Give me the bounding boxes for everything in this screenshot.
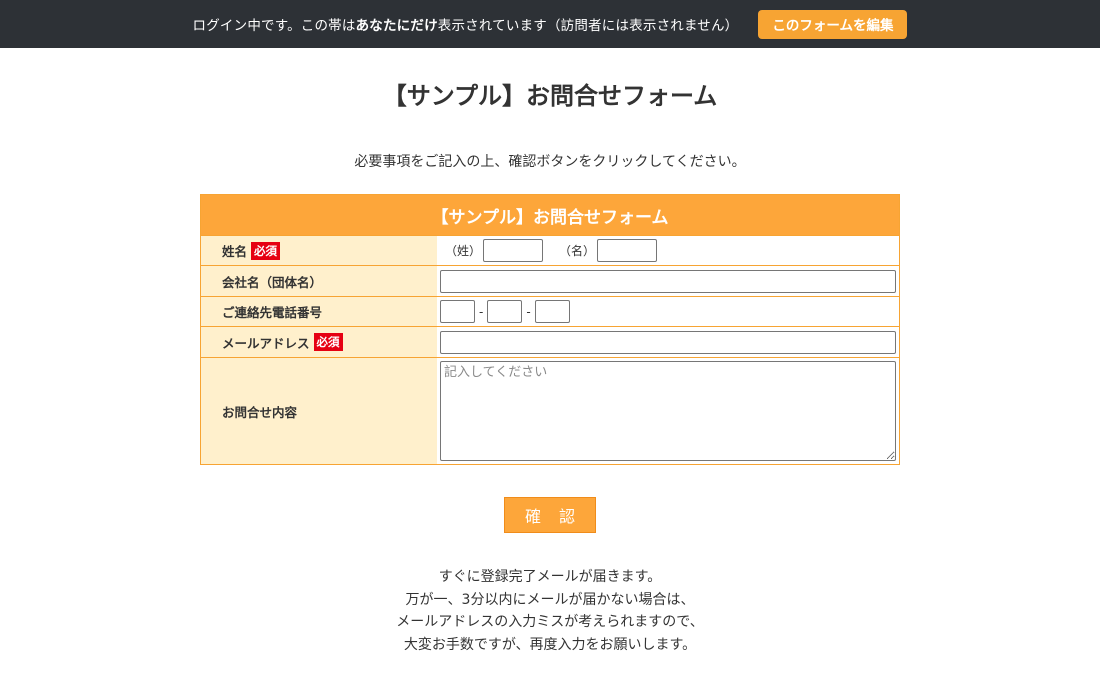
- company-input[interactable]: [440, 269, 896, 293]
- company-label: 会社名（団体名）: [222, 274, 323, 290]
- first-name-label: （名）: [559, 244, 596, 258]
- edit-form-button[interactable]: このフォームを編集: [758, 9, 908, 39]
- company-row-label: 会社名（団体名）: [201, 266, 437, 296]
- footer-line: 万が一、3分以内にメールが届かない場合は、: [405, 591, 695, 608]
- phone-separator: -: [526, 304, 531, 319]
- phone-input-2[interactable]: [487, 300, 523, 323]
- email-field: [437, 327, 899, 357]
- message-row-label: お問合せ内容: [201, 358, 437, 464]
- footer-message: すぐに登録完了メールが届きます。 万が一、3分以内にメールが届かない場合は、 メ…: [0, 566, 1100, 656]
- name-field: （姓） （名）: [437, 236, 899, 265]
- message-field: [437, 358, 899, 464]
- page-title: 【サンプル】お問合せフォーム: [382, 82, 718, 110]
- admin-notice-prefix: ログイン中です。この帯は: [192, 18, 356, 34]
- message-textarea[interactable]: [440, 361, 896, 461]
- form-row-phone: ご連絡先電話番号 - -: [201, 296, 899, 326]
- form-row-message: お問合せ内容: [201, 357, 899, 464]
- footer-line: すぐに登録完了メールが届きます。: [438, 569, 662, 585]
- phone-input-1[interactable]: [440, 300, 475, 323]
- form-row-email: メールアドレス 必須: [201, 326, 899, 357]
- name-label: 姓名: [222, 244, 248, 259]
- form-header: 【サンプル】お問合せフォーム: [201, 195, 899, 235]
- phone-separator: -: [479, 304, 484, 319]
- email-input[interactable]: [440, 330, 896, 354]
- name-row-label: 姓名 必須: [201, 236, 437, 265]
- phone-field: - -: [437, 297, 899, 326]
- footer-line: メールアドレスの入力ミスが考えられますので、: [396, 614, 704, 630]
- admin-notice-suffix: 表示されています（訪問者には表示されません）: [437, 18, 739, 34]
- admin-notice-bold: あなたにだけ: [355, 18, 438, 34]
- phone-label: ご連絡先電話番号: [222, 305, 323, 320]
- phone-row-label: ご連絡先電話番号: [201, 297, 437, 326]
- admin-notice: ログイン中です。この帯はあなたにだけ表示されています（訪問者には表示されません）: [193, 14, 739, 34]
- phone-input-3[interactable]: [534, 300, 570, 323]
- email-label: メールアドレス: [222, 335, 310, 351]
- form-row-company: 会社名（団体名）: [201, 265, 899, 296]
- form-row-name: 姓名 必須 （姓） （名）: [201, 235, 899, 265]
- contact-form: 【サンプル】お問合せフォーム 姓名 必須 （姓） （名） 会社名（団体名） ご連…: [200, 194, 900, 465]
- required-badge: 必須: [313, 333, 343, 351]
- required-badge: 必須: [251, 241, 281, 260]
- intro-text: 必要事項をご記入の上、確認ボタンをクリックしてください。: [354, 154, 746, 170]
- company-field: [437, 266, 899, 296]
- last-name-label: （姓）: [445, 244, 482, 258]
- last-name-input[interactable]: [483, 239, 544, 262]
- message-label: お問合せ内容: [222, 404, 298, 420]
- admin-bar: ログイン中です。この帯はあなたにだけ表示されています（訪問者には表示されません）…: [0, 0, 1100, 48]
- footer-line: 大変お手数ですが、再度入力をお願いします。: [403, 636, 697, 653]
- confirm-button[interactable]: 確認: [504, 497, 596, 533]
- first-name-input[interactable]: [597, 239, 658, 262]
- email-row-label: メールアドレス 必須: [201, 327, 437, 357]
